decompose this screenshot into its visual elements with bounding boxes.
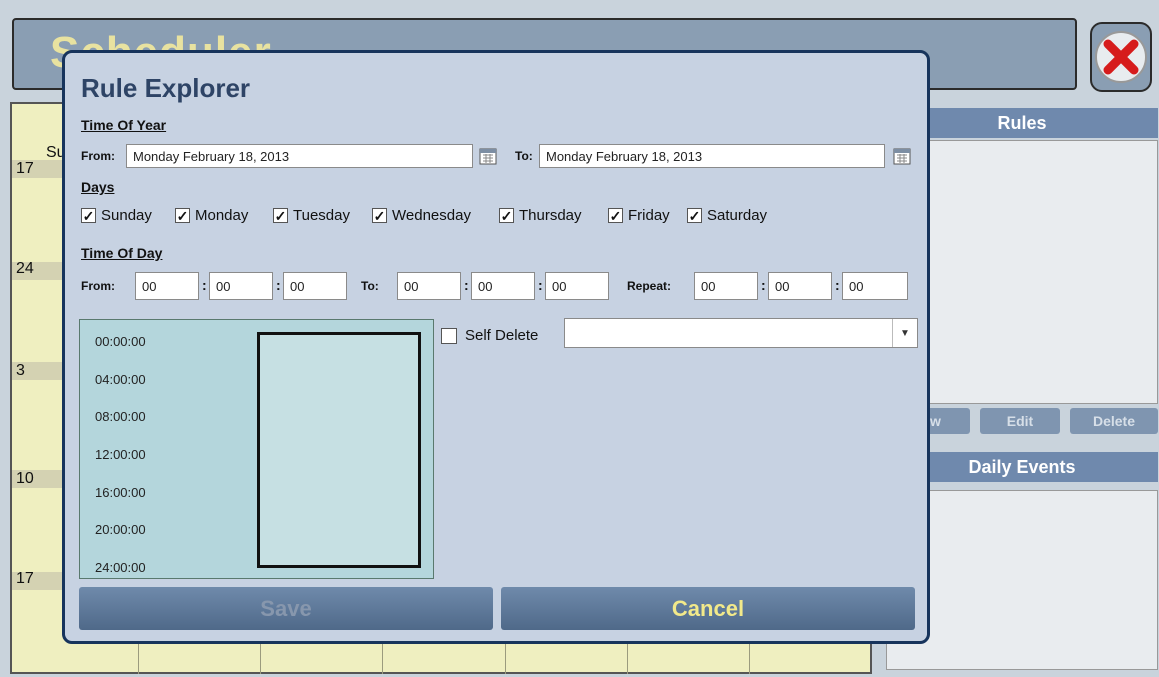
from-date-field[interactable] xyxy=(126,144,473,168)
day-label: Friday xyxy=(628,207,670,224)
calendar-date[interactable]: 24 xyxy=(16,260,34,278)
from-seconds-field[interactable] xyxy=(283,272,347,300)
from-date-label: From: xyxy=(81,149,115,163)
to-seconds-field[interactable] xyxy=(545,272,609,300)
calendar-divider xyxy=(260,644,261,674)
time-separator: : xyxy=(761,277,766,293)
day-label: Thursday xyxy=(519,207,582,224)
day-timeline[interactable]: 00:00:00 04:00:00 08:00:00 12:00:00 16:0… xyxy=(79,319,434,579)
edit-rule-button[interactable]: Edit xyxy=(980,408,1060,434)
timeline-label: 08:00:00 xyxy=(95,409,146,424)
calendar-date[interactable]: 17 xyxy=(16,570,34,588)
calendar-divider xyxy=(138,644,139,674)
day-label: Wednesday xyxy=(392,207,471,224)
day-monday[interactable]: ✓ Monday xyxy=(175,207,248,224)
from-minutes-field[interactable] xyxy=(209,272,273,300)
chevron-down-icon[interactable]: ▼ xyxy=(892,319,917,347)
day-label: Tuesday xyxy=(293,207,350,224)
to-time-label: To: xyxy=(361,279,379,293)
checkbox[interactable]: ✓ xyxy=(81,208,96,223)
checkbox[interactable]: ✓ xyxy=(608,208,623,223)
time-separator: : xyxy=(464,277,469,293)
checkbox[interactable]: ✓ xyxy=(175,208,190,223)
from-hours-field[interactable] xyxy=(135,272,199,300)
time-separator: : xyxy=(202,277,207,293)
delete-rule-button[interactable]: Delete xyxy=(1070,408,1158,434)
checkbox[interactable]: ✓ xyxy=(273,208,288,223)
calendar-icon[interactable] xyxy=(893,147,911,165)
self-delete-label: Self Delete xyxy=(465,327,539,344)
calendar-divider xyxy=(382,644,383,674)
timeline-label: 24:00:00 xyxy=(95,560,146,575)
time-of-year-label: Time Of Year xyxy=(81,117,167,133)
to-hours-field[interactable] xyxy=(397,272,461,300)
day-sunday[interactable]: ✓ Sunday xyxy=(81,207,152,224)
rule-explorer-dialog: Rule Explorer Time Of Year From: To: Day… xyxy=(62,50,930,644)
self-delete-checkbox[interactable] xyxy=(441,327,457,344)
repeat-seconds-field[interactable] xyxy=(842,272,908,300)
to-date-label: To: xyxy=(515,149,533,163)
day-friday[interactable]: ✓ Friday xyxy=(608,207,670,224)
to-date-field[interactable] xyxy=(539,144,885,168)
timeline-label: 20:00:00 xyxy=(95,522,146,537)
timeline-label: 04:00:00 xyxy=(95,372,146,387)
day-label: Sunday xyxy=(101,207,152,224)
day-thursday[interactable]: ✓ Thursday xyxy=(499,207,582,224)
close-icon xyxy=(1095,31,1147,83)
time-separator: : xyxy=(276,277,281,293)
self-delete-dropdown[interactable]: ▼ xyxy=(564,318,918,348)
time-separator: : xyxy=(538,277,543,293)
close-button[interactable] xyxy=(1090,22,1152,92)
timeline-label: 12:00:00 xyxy=(95,447,146,462)
dialog-title: Rule Explorer xyxy=(81,73,251,103)
day-wednesday[interactable]: ✓ Wednesday xyxy=(372,207,471,224)
calendar-date[interactable]: 17 xyxy=(16,160,34,178)
calendar-date[interactable]: 3 xyxy=(16,362,25,380)
calendar-icon[interactable] xyxy=(479,147,497,165)
timeline-label: 00:00:00 xyxy=(95,334,146,349)
calendar-date[interactable]: 10 xyxy=(16,470,34,488)
calendar-divider xyxy=(627,644,628,674)
checkbox[interactable]: ✓ xyxy=(687,208,702,223)
calendar-divider xyxy=(505,644,506,674)
repeat-minutes-field[interactable] xyxy=(768,272,832,300)
time-of-day-label: Time Of Day xyxy=(81,245,163,261)
from-time-label: From: xyxy=(81,279,115,293)
to-minutes-field[interactable] xyxy=(471,272,535,300)
day-tuesday[interactable]: ✓ Tuesday xyxy=(273,207,350,224)
self-delete-option[interactable]: Self Delete xyxy=(441,327,538,344)
day-label: Saturday xyxy=(707,207,768,224)
day-saturday[interactable]: ✓ Saturday xyxy=(687,207,767,224)
day-label: Monday xyxy=(195,207,249,224)
calendar-divider xyxy=(749,644,750,674)
time-separator: : xyxy=(835,277,840,293)
checkbox[interactable]: ✓ xyxy=(372,208,387,223)
repeat-label: Repeat: xyxy=(627,279,672,293)
repeat-hours-field[interactable] xyxy=(694,272,758,300)
timeline-track[interactable] xyxy=(257,332,421,568)
cancel-button[interactable]: Cancel xyxy=(501,587,915,630)
checkbox[interactable]: ✓ xyxy=(499,208,514,223)
save-button[interactable]: Save xyxy=(79,587,493,630)
timeline-label: 16:00:00 xyxy=(95,485,146,500)
days-label: Days xyxy=(81,179,115,195)
